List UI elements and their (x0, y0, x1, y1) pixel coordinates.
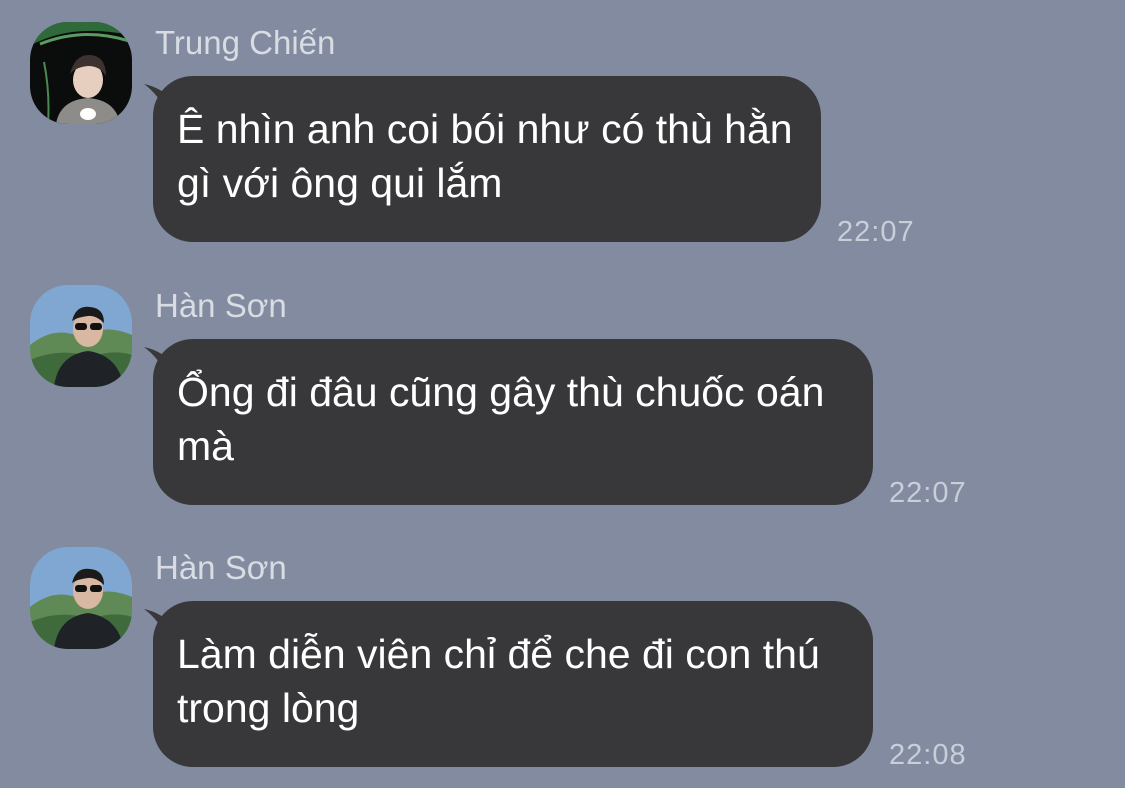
message-bubble[interactable]: Ê nhìn anh coi bói như có thù hằn gì với… (144, 76, 821, 242)
avatar[interactable] (30, 22, 132, 124)
user-avatar-han-son-icon (30, 547, 132, 649)
message-text: Ê nhìn anh coi bói như có thù hằn gì với… (177, 106, 793, 206)
message-bubble[interactable]: Làm diễn viên chỉ để che đi con thú tron… (144, 601, 873, 767)
user-avatar-trung-chien-icon (30, 22, 132, 124)
avatar[interactable] (30, 285, 132, 387)
avatar[interactable] (30, 547, 132, 649)
bubble-tail-icon (144, 347, 172, 377)
bubble-tail-icon (144, 84, 172, 114)
message-time: 22:08 (889, 739, 967, 771)
chat-thread[interactable]: Trung Chiến Ê nhìn anh coi bói như có th… (0, 0, 1125, 788)
message-bubble[interactable]: Ổng đi đâu cũng gây thù chuốc oán mà (144, 339, 873, 505)
sender-name: Trung Chiến (155, 24, 336, 61)
message-text: Làm diễn viên chỉ để che đi con thú tron… (177, 631, 820, 731)
sender-name: Hàn Sơn (155, 287, 287, 324)
message-time: 22:07 (837, 216, 915, 248)
message-time: 22:07 (889, 477, 967, 509)
bubble-tail-icon (144, 609, 172, 639)
sender-name: Hàn Sơn (155, 549, 287, 586)
user-avatar-han-son-icon (30, 285, 132, 387)
message-text: Ổng đi đâu cũng gây thù chuốc oán mà (177, 369, 825, 469)
